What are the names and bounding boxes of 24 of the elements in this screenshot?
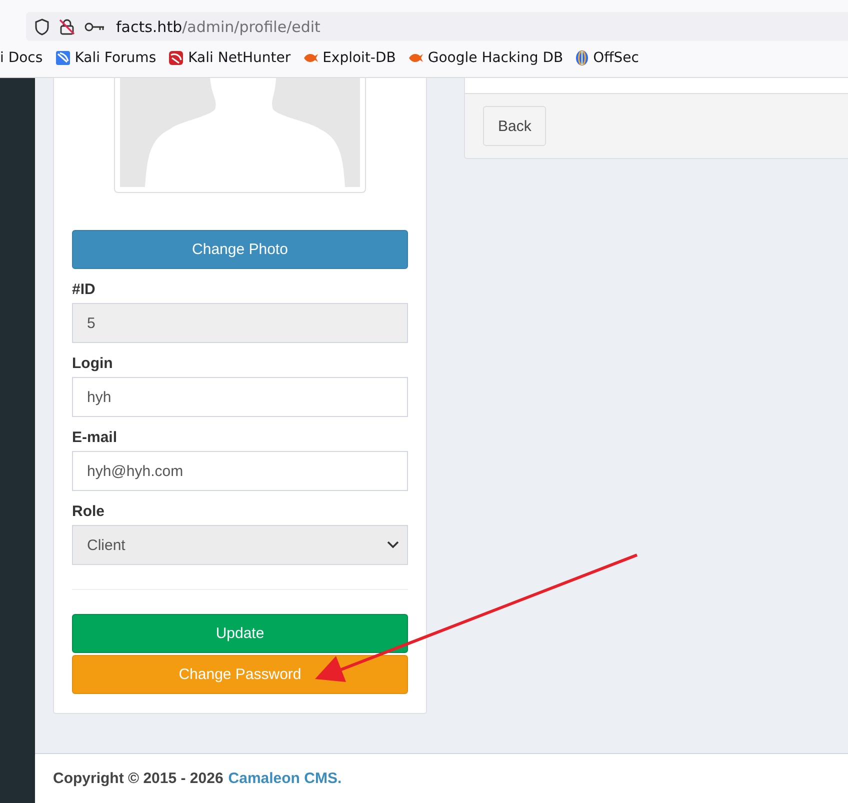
- address-bar[interactable]: facts.htb/admin/profile/edit: [26, 12, 848, 41]
- chevron-down-icon: [387, 541, 399, 549]
- change-photo-button[interactable]: Change Photo: [72, 230, 408, 269]
- bookmark-link[interactable]: OffSec: [575, 50, 639, 66]
- url-text: facts.htb/admin/profile/edit: [116, 18, 320, 36]
- insecure-lock-icon: [58, 18, 76, 36]
- field-label: E-mail: [72, 429, 118, 446]
- bookmark-link[interactable]: Kali Forums: [54, 50, 156, 66]
- bookmark-link[interactable]: i Docs: [0, 50, 43, 66]
- shield-icon: [34, 18, 50, 36]
- offsec-icon: [575, 50, 590, 66]
- input-field[interactable]: 5: [72, 303, 408, 343]
- cms-link[interactable]: Camaleon CMS.: [228, 770, 342, 787]
- field-label: Role: [72, 503, 106, 520]
- field-label: Login: [72, 355, 114, 372]
- bookmark-link[interactable]: Kali NetHunter: [168, 50, 291, 66]
- bookmark-link[interactable]: Google Hacking DB: [408, 50, 564, 66]
- bookmark-link[interactable]: Exploit-DB: [302, 50, 396, 66]
- input-field[interactable]: hyh: [72, 377, 408, 417]
- back-button[interactable]: Back: [483, 106, 546, 146]
- input-field[interactable]: hyh@hyh.com: [72, 451, 408, 491]
- field-label: #ID: [72, 281, 96, 298]
- select-field[interactable]: Client: [72, 525, 408, 565]
- copyright-text: Copyright © 2015 - 2026: [53, 770, 224, 787]
